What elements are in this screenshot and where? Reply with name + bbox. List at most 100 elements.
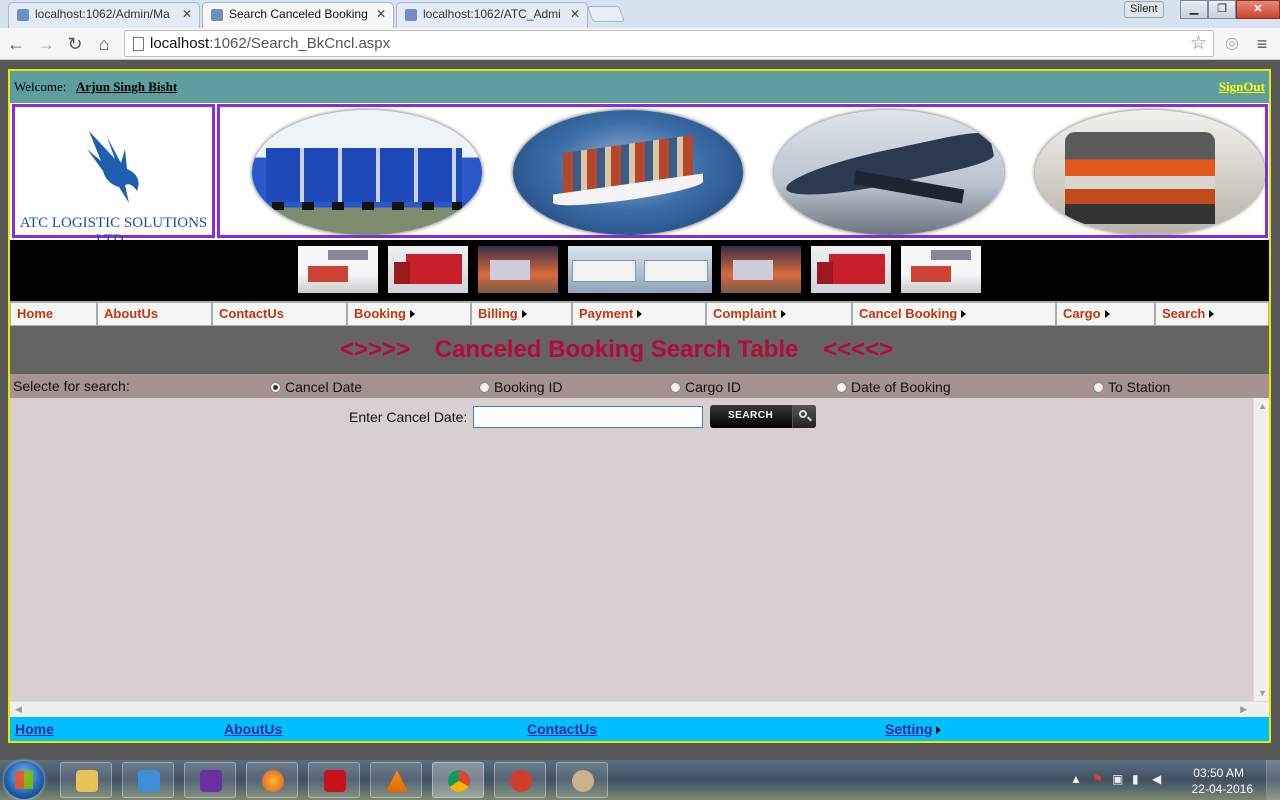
minimize-icon[interactable]: ▁ bbox=[1180, 0, 1208, 19]
forward-arrow-icon[interactable]: → bbox=[34, 32, 58, 56]
radio-cargo-id[interactable]: Cargo ID bbox=[670, 379, 741, 395]
main-menu: Home AboutUs ContactUs Booking Billing P… bbox=[10, 301, 1269, 326]
submenu-arrow-icon bbox=[780, 310, 786, 318]
media-player-icon bbox=[138, 770, 160, 792]
page-viewport: Welcome: Arjun Singh Bisht SignOut ATC L… bbox=[0, 60, 1280, 760]
company-logo: ATC LOGISTIC SOLUTIONS LTD., bbox=[12, 104, 215, 248]
chrome-menu-icon[interactable]: ≡ bbox=[1250, 32, 1274, 56]
page-favicon-icon bbox=[17, 9, 29, 21]
taskbar-explorer[interactable] bbox=[60, 762, 112, 798]
address-bar[interactable]: localhost:1062/Search_BkCncl.aspx ☆ bbox=[124, 30, 1214, 57]
bookmark-star-icon[interactable]: ☆ bbox=[1190, 32, 1207, 55]
start-button[interactable] bbox=[4, 761, 44, 799]
eagle-logo-icon bbox=[87, 131, 139, 203]
volume-icon[interactable]: ◀ bbox=[1152, 772, 1166, 786]
restore-icon[interactable]: ❐ bbox=[1208, 0, 1236, 19]
home-icon[interactable]: ⌂ bbox=[92, 32, 116, 56]
taskbar-paint[interactable] bbox=[556, 762, 608, 798]
paint-palette-icon bbox=[572, 770, 594, 792]
taskbar-visual-studio[interactable] bbox=[184, 762, 236, 798]
extension-icon[interactable]: ◎ bbox=[1220, 32, 1244, 56]
reload-icon[interactable]: ↻ bbox=[63, 32, 87, 56]
signout-link[interactable]: SignOut bbox=[1219, 79, 1265, 95]
close-tab-icon[interactable]: ✕ bbox=[570, 7, 580, 21]
clock-time[interactable]: 03:50 AM bbox=[1193, 766, 1244, 780]
tab-title: localhost:1062/ATC_Admi bbox=[423, 7, 561, 21]
menu-item-cancel-booking[interactable]: Cancel Booking bbox=[852, 301, 1056, 326]
action-center-icon[interactable]: ⚑ bbox=[1092, 772, 1106, 786]
back-arrow-icon[interactable]: ← bbox=[4, 32, 28, 56]
tab-admin-master[interactable]: localhost:1062/Admin/Ma ✕ bbox=[8, 2, 200, 28]
footer-link-contactus[interactable]: ContactUs bbox=[527, 721, 597, 737]
system-tray: ▲ ⚑ ▣ ▮ ◀ 03:50 AM 22-04-2016 bbox=[1060, 760, 1280, 800]
footer-bar: Home AboutUs ContactUs Setting bbox=[10, 717, 1269, 741]
search-button[interactable]: SEARCH bbox=[710, 405, 816, 428]
radio-button-icon[interactable] bbox=[1093, 382, 1104, 393]
menu-item-search[interactable]: Search bbox=[1155, 301, 1269, 326]
show-desktop-button[interactable] bbox=[1266, 760, 1280, 800]
browser-titlebar: localhost:1062/Admin/Ma ✕ Search Cancele… bbox=[0, 0, 1280, 28]
truck-sunset-thumbnail bbox=[721, 246, 801, 293]
footer-link-home[interactable]: Home bbox=[15, 721, 54, 737]
scroll-down-icon[interactable]: ▼ bbox=[1258, 688, 1267, 698]
taskbar-chrome[interactable] bbox=[432, 762, 484, 798]
submenu-arrow-icon bbox=[1209, 310, 1215, 318]
transport-thumbnail-strip bbox=[10, 240, 1269, 301]
close-tab-icon[interactable]: ✕ bbox=[182, 7, 192, 21]
radio-button-icon[interactable] bbox=[670, 382, 681, 393]
page-favicon-icon bbox=[405, 9, 417, 21]
radio-date-of-booking[interactable]: Date of Booking bbox=[836, 379, 951, 395]
user-name-link[interactable]: Arjun Singh Bisht bbox=[76, 79, 177, 95]
url-text[interactable]: localhost:1062/Search_BkCncl.aspx bbox=[150, 35, 390, 52]
title-left-decoration: <>>>> bbox=[340, 336, 411, 363]
taskbar-ccleaner[interactable] bbox=[494, 762, 546, 798]
show-hidden-icons-icon[interactable]: ▲ bbox=[1070, 772, 1084, 786]
close-tab-icon[interactable]: ✕ bbox=[376, 7, 386, 21]
vertical-scrollbar[interactable]: ▲ ▼ bbox=[1253, 398, 1269, 701]
menu-item-cargo[interactable]: Cargo bbox=[1056, 301, 1155, 326]
menu-item-contactus[interactable]: ContactUs bbox=[212, 301, 347, 326]
menu-item-payment[interactable]: Payment bbox=[572, 301, 706, 326]
radio-cancel-date[interactable]: Cancel Date bbox=[270, 379, 362, 395]
device-icon[interactable]: ▣ bbox=[1112, 772, 1126, 786]
menu-item-aboutus[interactable]: AboutUs bbox=[97, 301, 212, 326]
chrome-icon bbox=[448, 770, 470, 792]
tab-title: Search Canceled Booking bbox=[229, 7, 368, 21]
tab-search-canceled-booking[interactable]: Search Canceled Booking ✕ bbox=[202, 2, 394, 28]
radio-booking-id[interactable]: Booking ID bbox=[479, 379, 562, 395]
radio-button-icon[interactable] bbox=[270, 382, 281, 393]
red-truck-thumbnail bbox=[811, 246, 891, 293]
horizontal-scrollbar[interactable]: ◀ ▶ bbox=[10, 701, 1269, 717]
clock-date[interactable]: 22-04-2016 bbox=[1192, 782, 1253, 796]
taskbar-media-player[interactable] bbox=[122, 762, 174, 798]
tab-atc-admin[interactable]: localhost:1062/ATC_Admi ✕ bbox=[396, 2, 588, 28]
scroll-right-icon[interactable]: ▶ bbox=[1240, 704, 1247, 715]
browser-toolbar: ← → ↻ ⌂ localhost:1062/Search_BkCncl.asp… bbox=[0, 28, 1280, 60]
radio-button-icon[interactable] bbox=[836, 382, 847, 393]
taskbar-firefox[interactable] bbox=[246, 762, 298, 798]
search-type-label: Selecte for search: bbox=[13, 378, 130, 394]
menu-item-complaint[interactable]: Complaint bbox=[706, 301, 852, 326]
footer-link-aboutus[interactable]: AboutUs bbox=[224, 721, 282, 737]
trucks-photo bbox=[252, 110, 482, 235]
menu-item-billing[interactable]: Billing bbox=[471, 301, 572, 326]
windows-logo-icon bbox=[15, 771, 33, 789]
radio-to-station[interactable]: To Station bbox=[1093, 379, 1170, 395]
network-icon[interactable]: ▮ bbox=[1132, 772, 1146, 786]
page-title-text: Canceled Booking Search Table bbox=[434, 336, 799, 363]
scroll-left-icon[interactable]: ◀ bbox=[15, 704, 22, 715]
close-window-icon[interactable]: ✕ bbox=[1236, 0, 1280, 19]
menu-item-home[interactable]: Home bbox=[10, 301, 97, 326]
taskbar-vlc[interactable] bbox=[370, 762, 422, 798]
footer-link-setting[interactable]: Setting bbox=[885, 721, 942, 737]
cancel-date-input[interactable] bbox=[473, 406, 703, 428]
taskbar-acrobat[interactable] bbox=[308, 762, 360, 798]
profile-badge[interactable]: Silent bbox=[1124, 1, 1164, 18]
new-tab-button[interactable] bbox=[587, 6, 625, 22]
welcome-bar: Welcome: Arjun Singh Bisht SignOut bbox=[10, 71, 1269, 103]
cargo-ship-photo bbox=[513, 110, 743, 235]
scroll-up-icon[interactable]: ▲ bbox=[1258, 401, 1267, 411]
radio-button-icon[interactable] bbox=[479, 382, 490, 393]
menu-item-booking[interactable]: Booking bbox=[347, 301, 471, 326]
vlc-cone-icon bbox=[386, 770, 408, 792]
